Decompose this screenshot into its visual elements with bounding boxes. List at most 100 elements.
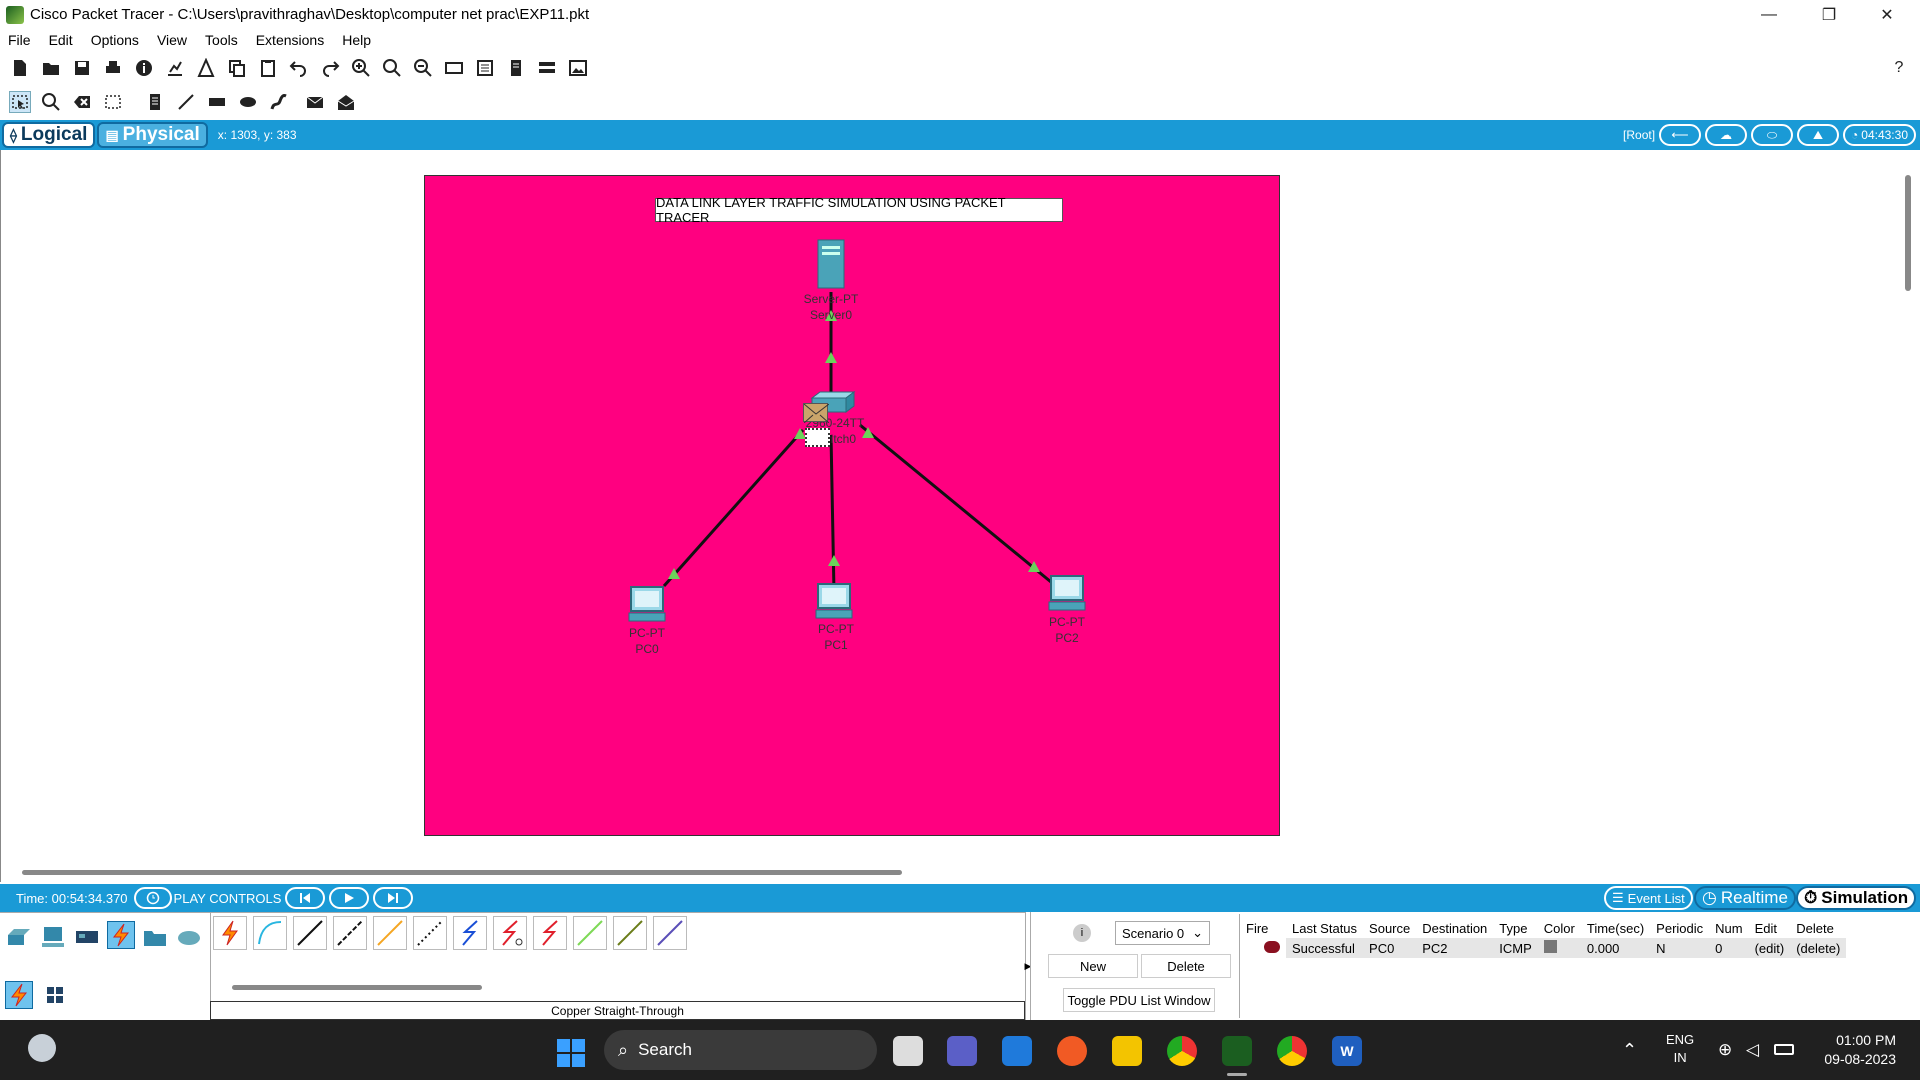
new-file-icon[interactable] <box>9 57 31 79</box>
help-icon[interactable]: ? <box>1888 57 1910 79</box>
undo-icon[interactable] <box>288 57 310 79</box>
close-button[interactable]: ✕ <box>1858 0 1916 29</box>
chevron-up-icon[interactable]: ⌃ <box>1622 1040 1637 1061</box>
zoom-out-icon[interactable] <box>412 57 434 79</box>
draw-line-icon[interactable] <box>175 91 197 113</box>
mail-icon[interactable] <box>1002 1036 1032 1066</box>
connections-icon[interactable] <box>107 921 135 949</box>
custom-device-icon[interactable] <box>195 57 217 79</box>
zoom-in-icon[interactable] <box>350 57 372 79</box>
word-icon[interactable]: W <box>1332 1036 1362 1066</box>
logical-tab[interactable]: ⟠ Logical <box>2 122 96 148</box>
toggle-pdu-list-button[interactable]: Toggle PDU List Window <box>1063 988 1215 1012</box>
edit-link[interactable]: (edit) <box>1748 938 1791 958</box>
cable-copper-straight[interactable] <box>293 916 327 950</box>
cluster-icon[interactable]: ☁ <box>1705 124 1748 146</box>
inspect-icon[interactable] <box>40 91 62 113</box>
cable-iot[interactable] <box>613 916 647 950</box>
menu-extensions[interactable]: Extensions <box>256 32 324 48</box>
pc1-device[interactable] <box>814 582 854 625</box>
delete-scenario-button[interactable]: Delete <box>1141 954 1231 978</box>
cable-panel-scrollbar[interactable] <box>232 985 482 990</box>
viewport-toggle-icon[interactable]: ⬭ <box>1751 124 1794 146</box>
task-view-icon[interactable] <box>893 1036 923 1066</box>
freeform-icon[interactable] <box>268 91 290 113</box>
zoom-reset-icon[interactable] <box>381 57 403 79</box>
redo-icon[interactable] <box>319 57 341 79</box>
background-image-icon[interactable]: ⛰ <box>1797 124 1840 146</box>
windows-start-icon[interactable] <box>556 1038 586 1068</box>
clock-pill[interactable]: ◔ 04:43:30 <box>1843 124 1916 146</box>
horizontal-scrollbar[interactable] <box>22 870 902 875</box>
pc2-device[interactable] <box>1047 574 1087 617</box>
system-clock[interactable]: 01:00 PM 09-08-2023 <box>1810 1031 1896 1069</box>
add-complex-pdu-icon[interactable] <box>335 91 357 113</box>
back-icon[interactable]: ⟵ <box>1659 124 1702 146</box>
resize-shape-icon[interactable] <box>102 91 124 113</box>
print-icon[interactable] <box>102 57 124 79</box>
packet-tracer-taskbar-icon[interactable] <box>1222 1036 1252 1066</box>
minimize-button[interactable]: — <box>1740 0 1798 29</box>
menu-options[interactable]: Options <box>91 32 139 48</box>
components-icon[interactable] <box>73 923 101 951</box>
menu-view[interactable]: View <box>157 32 187 48</box>
reset-clock-icon[interactable] <box>133 887 172 909</box>
volume-icon[interactable]: ◁ <box>1746 1040 1759 1060</box>
battery-icon[interactable] <box>1774 1044 1794 1055</box>
event-list-button[interactable]: ☰ Event List <box>1604 886 1693 910</box>
cable-copper-cross[interactable] <box>333 916 367 950</box>
menu-edit[interactable]: Edit <box>49 32 73 48</box>
fire-cell[interactable] <box>1240 938 1286 958</box>
pdu-envelope-outline-icon[interactable] <box>805 428 830 447</box>
language-indicator[interactable]: ENG IN <box>1666 1031 1694 1067</box>
copy-icon[interactable] <box>226 57 248 79</box>
restore-button[interactable]: ❐ <box>1800 0 1858 29</box>
grid-view-icon[interactable] <box>41 981 69 1009</box>
weather-widget-icon[interactable] <box>28 1034 56 1062</box>
network-info-icon[interactable] <box>536 57 558 79</box>
viewport-icon[interactable] <box>505 57 527 79</box>
teams-icon[interactable] <box>947 1036 977 1066</box>
delete-icon[interactable] <box>71 91 93 113</box>
new-scenario-button[interactable]: New <box>1048 954 1138 978</box>
pdu-row[interactable]: Successful PC0 PC2 ICMP 0.000 N 0 (edit)… <box>1240 938 1847 958</box>
server0-device[interactable] <box>815 238 847 293</box>
chrome-icon[interactable] <box>1167 1036 1197 1066</box>
physical-tab[interactable]: ▤ Physical <box>97 122 208 148</box>
network-icon[interactable]: ⊕ <box>1718 1040 1732 1060</box>
cable-serial-dce[interactable] <box>493 916 527 950</box>
chrome-profile-icon[interactable] <box>1277 1036 1307 1066</box>
end-devices-icon[interactable] <box>39 923 67 951</box>
step-forward-button[interactable] <box>373 887 414 909</box>
network-devices-icon[interactable] <box>5 923 33 951</box>
custom-devices-dialog-icon[interactable] <box>474 57 496 79</box>
realtime-tab[interactable]: ◷ Realtime <box>1694 886 1796 910</box>
place-note-icon[interactable] <box>144 91 166 113</box>
file-explorer-icon[interactable] <box>1112 1036 1142 1066</box>
vertical-scrollbar[interactable] <box>1905 175 1911 291</box>
cable-console[interactable] <box>253 916 287 950</box>
cable-coaxial[interactable] <box>453 916 487 950</box>
menu-tools[interactable]: Tools <box>205 32 238 48</box>
cable-octal[interactable] <box>573 916 607 950</box>
add-simple-pdu-icon[interactable] <box>304 91 326 113</box>
drawing-palette-icon[interactable] <box>443 57 465 79</box>
multiuser-connection-icon[interactable] <box>175 923 203 951</box>
connections-subcategory-icon[interactable] <box>5 981 33 1009</box>
activity-wizard-icon[interactable] <box>164 57 186 79</box>
delete-link[interactable]: (delete) <box>1790 938 1847 958</box>
cable-usb[interactable] <box>653 916 687 950</box>
play-button[interactable] <box>329 887 370 909</box>
draw-ellipse-icon[interactable] <box>237 91 259 113</box>
cable-fiber[interactable] <box>373 916 407 950</box>
simulation-tab[interactable]: ⏱ Simulation <box>1796 886 1917 910</box>
cable-phone[interactable] <box>413 916 447 950</box>
pc0-device[interactable] <box>627 585 667 628</box>
image-icon[interactable] <box>567 57 589 79</box>
step-back-button[interactable] <box>285 887 326 909</box>
scenario-select[interactable]: Scenario 0 ⌄ <box>1115 921 1210 945</box>
menu-file[interactable]: File <box>8 32 31 48</box>
scenario-info-icon[interactable]: i <box>1073 924 1091 942</box>
miscellaneous-icon[interactable] <box>141 923 169 951</box>
canvas-note[interactable]: DATA LINK LAYER TRAFFIC SIMULATION USING… <box>655 195 1063 225</box>
